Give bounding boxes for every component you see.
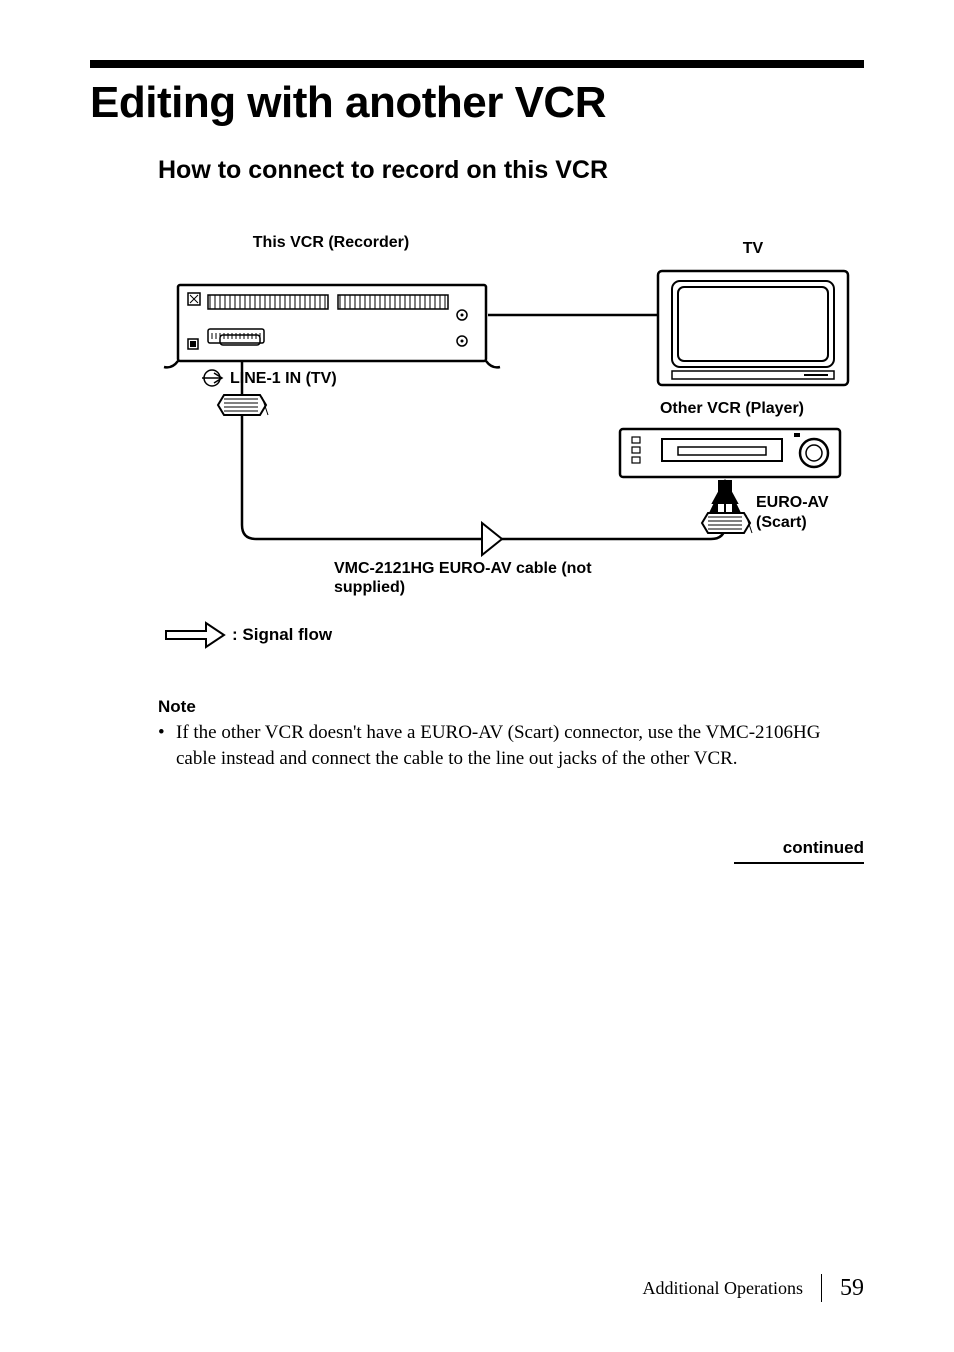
footer-separator	[821, 1274, 822, 1302]
note-text: If the other VCR doesn't have a EURO-AV …	[176, 720, 840, 771]
bullet-icon: •	[158, 720, 176, 746]
note-body: •If the other VCR doesn't have a EURO-AV…	[158, 720, 844, 771]
section-title: How to connect to record on this VCR	[158, 156, 608, 185]
line-in-icon	[202, 370, 222, 386]
tv-label: TV	[698, 239, 808, 258]
scart-plug-bottom-icon	[702, 513, 752, 533]
tv-icon	[658, 271, 848, 385]
footer-section: Additional Operations	[643, 1278, 803, 1299]
other-vcr-label: Other VCR (Player)	[632, 399, 832, 418]
this-vcr-icon	[164, 285, 500, 367]
euro-av-label-1: EURO-AV	[756, 493, 829, 512]
signal-flow-legend-icon	[166, 623, 224, 647]
page-footer: Additional Operations 59	[643, 1274, 864, 1302]
manual-page: Editing with another VCR How to connect …	[0, 0, 954, 1352]
diagram-svg	[158, 215, 862, 695]
other-vcr-icon	[620, 429, 840, 477]
signal-flow-label: : Signal flow	[232, 625, 332, 645]
top-rule	[90, 60, 864, 68]
connection-diagram: This VCR (Recorder) TV Other VCR (Player…	[158, 215, 862, 695]
line1-in-label: LINE-1 IN (TV)	[230, 369, 337, 388]
euro-av-label-2: (Scart)	[756, 513, 807, 532]
page-title: Editing with another VCR	[90, 78, 606, 128]
cable-label: VMC-2121HG EURO-AV cable (not supplied)	[334, 559, 604, 597]
note-heading: Note	[158, 697, 196, 717]
footer-page-number: 59	[840, 1275, 864, 1302]
scart-plug-top-icon	[218, 395, 268, 415]
continued-label: continued	[783, 838, 864, 858]
continued-rule	[734, 862, 864, 864]
this-vcr-label: This VCR (Recorder)	[226, 233, 436, 252]
